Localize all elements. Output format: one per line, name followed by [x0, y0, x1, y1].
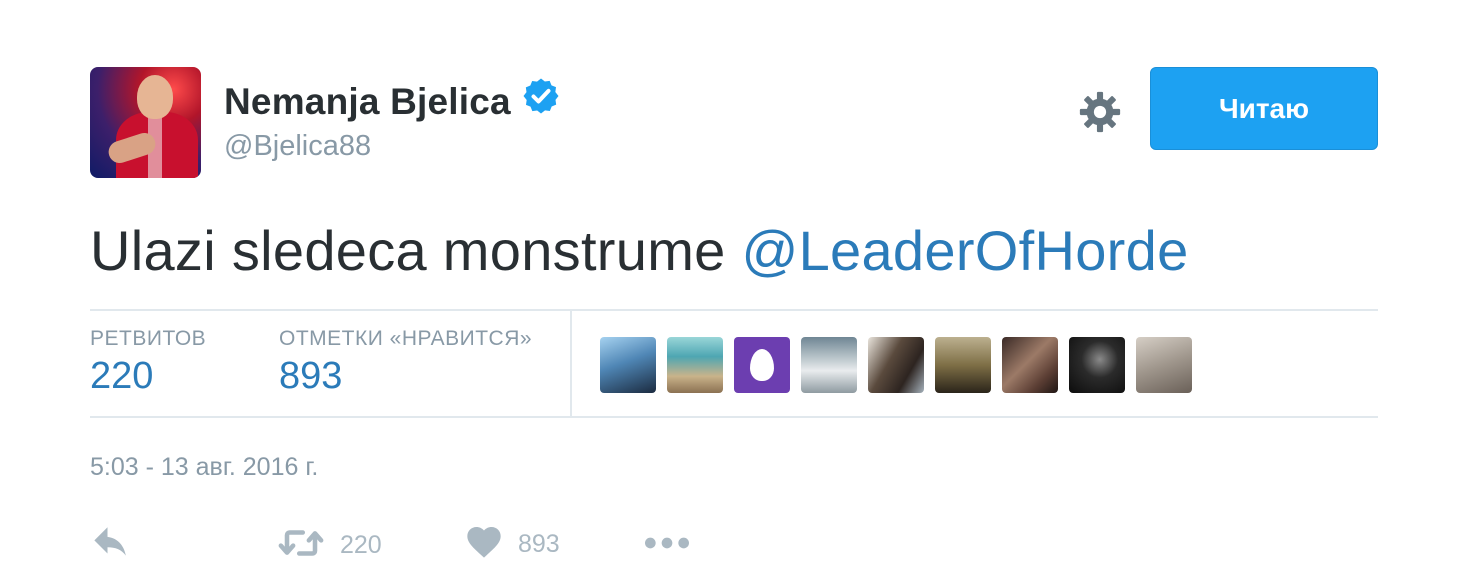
tweet-text: Ulazi sledeca monstrume @LeaderOfHorde — [90, 218, 1189, 283]
liker-avatar[interactable] — [1069, 337, 1125, 393]
liker-avatar[interactable] — [734, 337, 790, 393]
egg-icon — [750, 349, 774, 381]
like-button[interactable]: 893 — [464, 522, 560, 567]
more-button[interactable] — [642, 522, 692, 568]
liker-avatars — [600, 337, 1192, 393]
tweet-header: Nemanja Bjelica @Bjelica88 Читаю — [90, 67, 1378, 179]
likes-stat[interactable]: ОТМЕТКИ «НРАВИТСЯ» 893 — [279, 327, 532, 398]
reply-button[interactable] — [90, 522, 132, 568]
display-name[interactable]: Nemanja Bjelica — [224, 81, 511, 123]
avatar[interactable] — [90, 67, 201, 178]
likes-count: 893 — [279, 355, 343, 397]
liker-avatar[interactable] — [935, 337, 991, 393]
mention-link[interactable]: @LeaderOfHorde — [741, 219, 1188, 282]
retweets-stat[interactable]: РЕТВИТОВ 220 — [90, 327, 206, 398]
reply-icon — [90, 522, 132, 568]
retweet-button[interactable]: 220 — [276, 522, 382, 568]
heart-icon — [464, 522, 504, 567]
user-info: Nemanja Bjelica @Bjelica88 — [224, 78, 561, 163]
tweet-actions: 220 893 — [90, 522, 790, 566]
liker-avatar[interactable] — [667, 337, 723, 393]
user-handle[interactable]: @Bjelica88 — [224, 130, 561, 163]
tweet-timestamp[interactable]: 5:03 - 13 авг. 2016 г. — [90, 453, 318, 482]
retweet-icon — [276, 522, 326, 568]
retweets-label: РЕТВИТОВ — [90, 327, 207, 350]
more-icon — [642, 522, 692, 568]
stats-divider — [570, 311, 572, 416]
retweets-count: 220 — [90, 355, 154, 397]
liker-avatar[interactable] — [801, 337, 857, 393]
tweet-body: Ulazi sledeca monstrume — [90, 219, 742, 282]
liker-avatar[interactable] — [1002, 337, 1058, 393]
verified-badge-icon — [521, 76, 561, 121]
likes-label: ОТМЕТКИ «НРАВИТСЯ» — [279, 327, 533, 350]
like-count: 893 — [518, 530, 560, 558]
liker-avatar[interactable] — [1136, 337, 1192, 393]
gear-icon[interactable] — [1077, 89, 1123, 135]
follow-button[interactable]: Читаю — [1150, 67, 1378, 150]
retweet-count: 220 — [340, 531, 382, 559]
liker-avatar[interactable] — [600, 337, 656, 393]
tweet-stats: РЕТВИТОВ 220 ОТМЕТКИ «НРАВИТСЯ» 893 — [90, 309, 1378, 418]
liker-avatar[interactable] — [868, 337, 924, 393]
